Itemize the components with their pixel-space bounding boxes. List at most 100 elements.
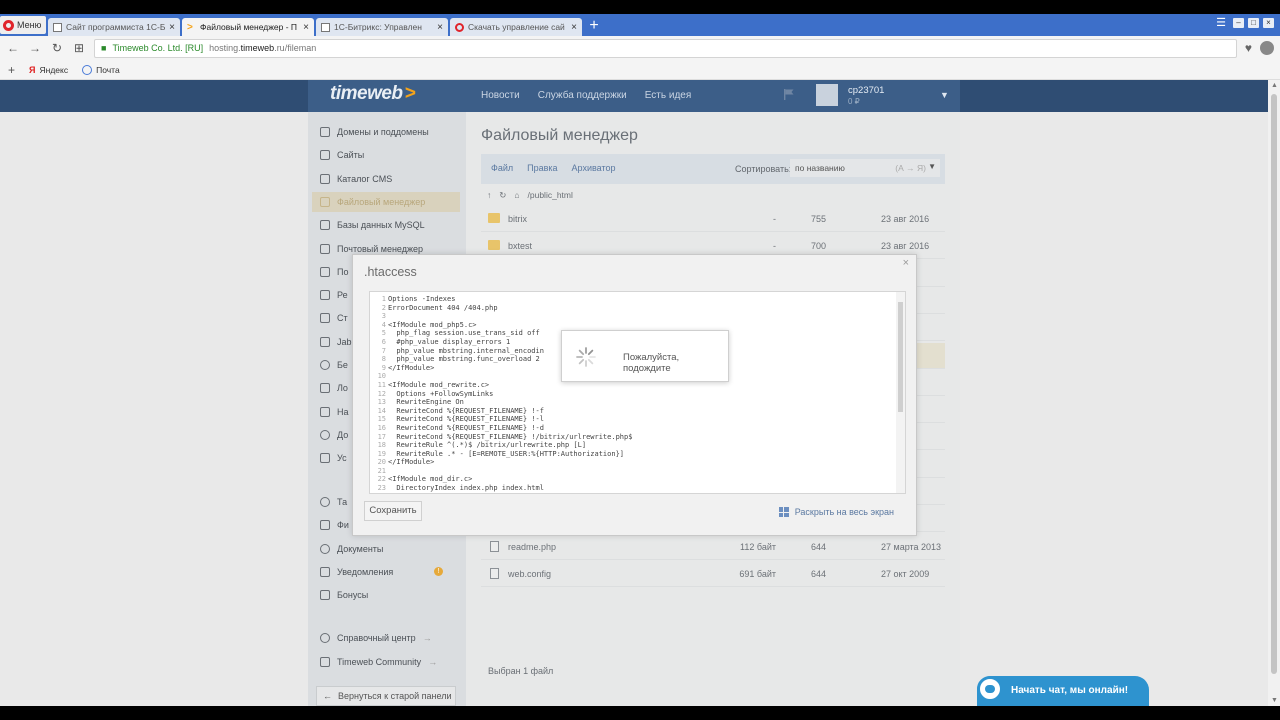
sidebar-item[interactable]: Фи: [320, 517, 349, 533]
sidebar-item[interactable]: Сайты: [320, 147, 364, 163]
home-icon[interactable]: ⌂: [514, 190, 519, 200]
sidebar-item[interactable]: По: [320, 264, 348, 280]
user-info[interactable]: cp23701 0 ₽: [848, 85, 884, 107]
timeweb-logo[interactable]: timeweb >: [330, 83, 416, 105]
sidebar-item[interactable]: Домены и поддомены: [320, 124, 429, 140]
cell-perms: 644: [811, 568, 827, 579]
code-line: </IfModule>: [388, 458, 435, 467]
back-to-old-panel-button[interactable]: ← Вернуться к старой панели: [316, 686, 456, 706]
browser-menu-button[interactable]: Меню: [0, 16, 46, 34]
cell-name: readme.php: [508, 541, 557, 552]
scroll-thumb[interactable]: [1271, 94, 1277, 674]
tab-close-icon[interactable]: ×: [169, 22, 175, 33]
reload-icon[interactable]: ↻: [50, 41, 64, 55]
tab-close-icon[interactable]: ×: [303, 22, 309, 33]
bookmark-yandex[interactable]: Я Яндекс: [29, 65, 68, 75]
save-button[interactable]: Сохранить: [364, 501, 422, 521]
avatar[interactable]: [816, 84, 838, 106]
user-icon[interactable]: [1260, 41, 1274, 55]
sidebar-item[interactable]: Базы данных MySQL: [320, 217, 425, 233]
sidebar-item[interactable]: Бонусы: [320, 587, 368, 603]
code-editor[interactable]: 1 2 3 4 5 6 7 8 9 10 11 12 13 14 15 16 17 18 19 20 21 22 23 Op…: [369, 291, 906, 494]
line-number: 12: [377, 389, 386, 398]
sort-label: Сортировать:: [735, 164, 792, 174]
sidebar-item[interactable]: Файловый менеджер: [312, 191, 460, 212]
table-row[interactable]: readme.php 112 байт 644 27 марта 2013: [481, 534, 945, 560]
cell-size: 112 байт: [740, 541, 776, 552]
line-number: 15: [377, 415, 386, 424]
sidebar-item[interactable]: Ре: [320, 287, 348, 303]
cell-date: 23 авг 2016: [881, 241, 930, 252]
add-bookmark-icon[interactable]: +: [8, 63, 15, 77]
line-number: 10: [377, 372, 386, 381]
browser-tab[interactable]: 1С-Битрикс: Управлен ×: [316, 18, 448, 36]
scroll-up-icon[interactable]: ▲: [1271, 82, 1278, 89]
sidebar-item[interactable]: Timeweb Community →: [320, 654, 437, 670]
user-menu-caret-icon[interactable]: ▼: [940, 90, 949, 100]
minimize-icon[interactable]: –: [1233, 18, 1244, 28]
url-field[interactable]: ■ Timeweb Co. Ltd. [RU] hosting.timeweb.…: [94, 38, 1237, 58]
table-row[interactable]: web.config 691 байт 644 27 окт 2009: [481, 561, 945, 587]
nav-news[interactable]: Новости: [481, 90, 520, 101]
flag-icon[interactable]: [784, 89, 794, 100]
page-scrollbar[interactable]: ▲ ▼: [1268, 80, 1280, 706]
scroll-down-icon[interactable]: ▼: [1271, 697, 1278, 704]
services-icon: [320, 453, 330, 464]
cell-name: web.config: [508, 568, 552, 579]
browser-tab[interactable]: Скачать управление сай ×: [450, 18, 582, 36]
browser-menu-label: Меню: [17, 20, 42, 30]
line-number: 16: [377, 423, 386, 432]
nav-support[interactable]: Служба поддержки: [538, 90, 627, 101]
security-icon: [320, 360, 330, 370]
tab-close-icon[interactable]: ×: [571, 22, 577, 33]
browser-tab[interactable]: Сайт программиста 1С-Б ×: [48, 18, 180, 36]
tab-close-icon[interactable]: ×: [437, 22, 443, 33]
fm-toolbar: Файл Правка Архиватор Сортировать: по на…: [481, 154, 945, 184]
sidebar-item[interactable]: На: [320, 404, 349, 420]
back-icon[interactable]: ←: [6, 41, 20, 55]
browser-tab[interactable]: > Файловый менеджер - П ×: [182, 18, 314, 36]
editor-scrollbar[interactable]: [896, 292, 905, 493]
sidebar-item[interactable]: Бе: [320, 357, 348, 373]
bookmark-mail[interactable]: Почта: [82, 64, 120, 75]
nav-idea[interactable]: Есть идея: [645, 90, 692, 101]
sidebar-item[interactable]: Документы: [320, 541, 383, 557]
opera-icon: [455, 22, 464, 32]
sidebar-item[interactable]: Ст: [320, 310, 348, 326]
tab-menu-icon[interactable]: ☰: [1213, 18, 1229, 29]
browser-tabbar: Меню Сайт программиста 1С-Б × > Файловый ме…: [0, 14, 1280, 36]
maximize-icon[interactable]: □: [1248, 18, 1259, 28]
sidebar-item[interactable]: Каталог CMS: [320, 171, 392, 187]
sidebar-item[interactable]: До: [320, 427, 348, 443]
sidebar-item[interactable]: Та: [320, 494, 347, 510]
sidebar-item[interactable]: Jab: [320, 334, 352, 350]
cell-size: -: [773, 241, 776, 252]
heart-icon[interactable]: ♥: [1245, 41, 1252, 55]
speed-dial-icon[interactable]: ⊞: [72, 41, 86, 55]
menu-edit[interactable]: Правка: [527, 163, 557, 173]
chat-widget[interactable]: Начать чат, мы онлайн!: [977, 676, 1149, 706]
cell-name: bxtest: [508, 241, 533, 252]
close-window-icon[interactable]: ×: [1263, 18, 1274, 28]
sidebar-item[interactable]: Ус: [320, 450, 347, 466]
sidebar-item[interactable]: Уведомления: [320, 564, 393, 580]
sidebar-item[interactable]: Справочный центр →: [320, 630, 432, 646]
menu-file[interactable]: Файл: [491, 163, 513, 173]
up-arrow-icon[interactable]: ↑: [487, 190, 491, 200]
fm-menu: Файл Правка Архиватор: [491, 163, 616, 173]
forward-icon[interactable]: →: [28, 41, 42, 55]
fullscreen-button[interactable]: Раскрыть на весь экран: [778, 507, 894, 517]
menu-archiver[interactable]: Архиватор: [572, 163, 616, 173]
page-title: Файловый менеджер: [481, 127, 638, 144]
certificate-label: Timeweb Co. Ltd. [RU]: [112, 43, 204, 53]
cell-perms: 644: [811, 541, 827, 552]
line-number: 17: [377, 432, 386, 441]
sort-select[interactable]: по названию (А → Я) ▼: [790, 159, 940, 177]
arrow-right-icon: →: [422, 633, 432, 643]
close-icon[interactable]: ×: [903, 257, 909, 269]
sidebar-item[interactable]: Ло: [320, 380, 348, 396]
refresh-icon[interactable]: ↻: [499, 190, 506, 201]
new-tab-button[interactable]: +: [584, 18, 604, 36]
table-row[interactable]: bitrix - 755 23 авг 2016: [481, 206, 945, 232]
